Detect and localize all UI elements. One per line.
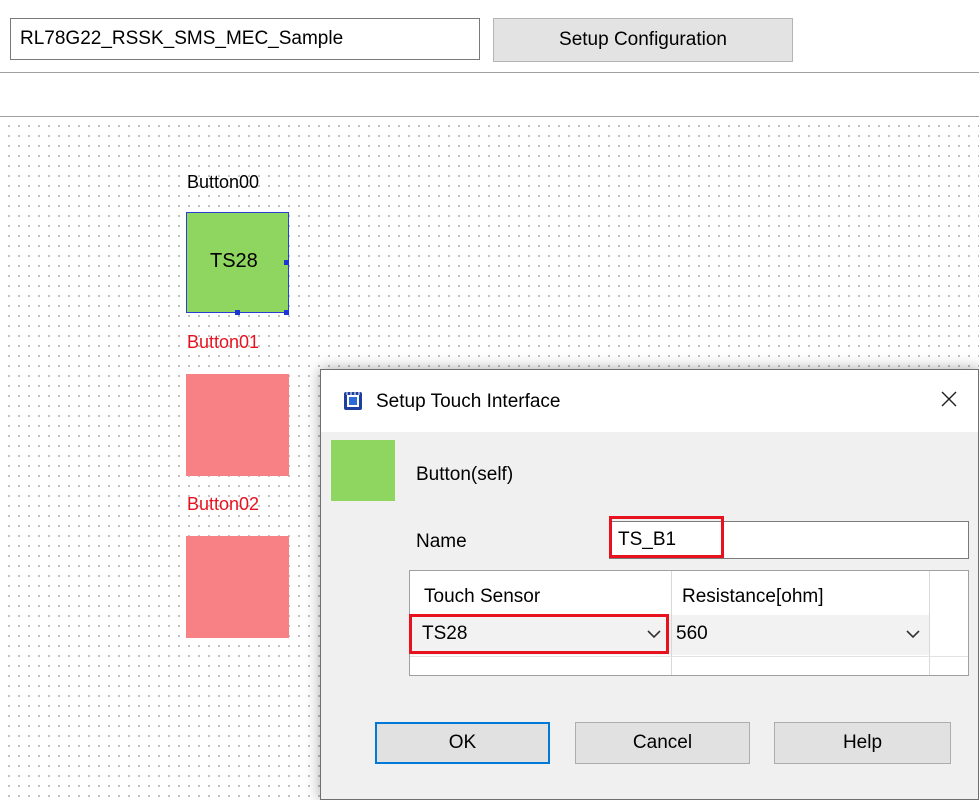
project-name-input[interactable] bbox=[10, 18, 480, 60]
touch-sensor-select[interactable]: TS28 bbox=[410, 615, 671, 655]
button01-label: Button01 bbox=[187, 332, 260, 352]
close-icon bbox=[941, 391, 957, 407]
button-color-swatch bbox=[331, 440, 395, 501]
interface-type-label: Button(self) bbox=[416, 464, 514, 485]
button00-sensor-label: TS28 bbox=[210, 250, 258, 272]
name-label: Name bbox=[416, 531, 467, 552]
button00-label: Button00 bbox=[187, 172, 260, 192]
ok-button[interactable]: OK bbox=[375, 722, 550, 764]
resize-handle-bottom[interactable] bbox=[235, 310, 240, 315]
toolbar: Setup Configuration bbox=[0, 0, 979, 72]
setup-configuration-button[interactable]: Setup Configuration bbox=[493, 18, 793, 62]
header-resistance: Resistance[ohm] bbox=[682, 586, 824, 607]
resistance-select[interactable]: 560 bbox=[672, 615, 929, 655]
dialog-title: Setup Touch Interface bbox=[376, 391, 561, 412]
button02-widget[interactable] bbox=[186, 536, 289, 638]
touch-sensor-value: TS28 bbox=[422, 623, 468, 644]
sensor-table: Touch Sensor Resistance[ohm] TS28 560 bbox=[409, 570, 969, 676]
secondary-toolbar bbox=[0, 73, 979, 116]
setup-touch-interface-dialog: Setup Touch Interface Button(self) Name … bbox=[320, 369, 979, 800]
header-touch-sensor: Touch Sensor bbox=[424, 586, 541, 607]
button00-widget[interactable]: TS28 bbox=[186, 212, 289, 313]
name-input[interactable] bbox=[609, 521, 969, 559]
chevron-down-icon[interactable] bbox=[645, 625, 663, 643]
row-divider bbox=[410, 656, 968, 657]
help-button[interactable]: Help bbox=[774, 722, 951, 764]
column-divider-2 bbox=[929, 571, 930, 675]
dialog-title-bar: Setup Touch Interface bbox=[321, 370, 978, 432]
chip-icon bbox=[344, 392, 362, 410]
button01-widget[interactable] bbox=[186, 374, 289, 476]
cancel-button[interactable]: Cancel bbox=[575, 722, 750, 764]
button02-label: Button02 bbox=[187, 494, 260, 514]
close-button[interactable] bbox=[934, 384, 964, 414]
chevron-down-icon[interactable] bbox=[904, 625, 922, 643]
resize-handle-right[interactable] bbox=[284, 260, 289, 265]
resize-handle-corner[interactable] bbox=[284, 310, 289, 315]
resistance-value: 560 bbox=[676, 623, 708, 644]
